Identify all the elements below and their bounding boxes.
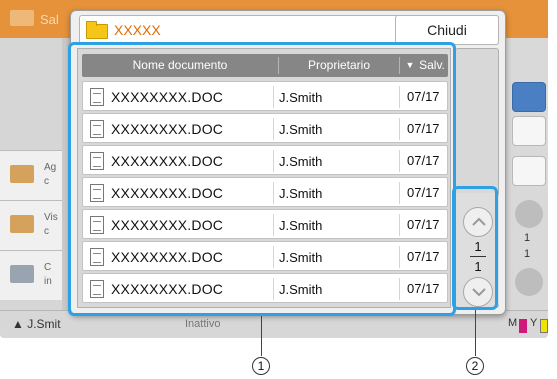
folder-add-icon <box>10 165 34 183</box>
folder-settings-icon <box>10 265 34 283</box>
background-down-icon <box>515 268 543 296</box>
background-item-label: Vis c <box>44 212 58 237</box>
callout-number-2: 2 <box>466 357 484 375</box>
close-button[interactable]: Chiudi <box>395 15 499 45</box>
dialog-header: XXXXX Chiudi <box>79 15 499 45</box>
background-item-add: Ag c <box>0 150 62 200</box>
background-up-icon <box>515 200 543 228</box>
status-state: Inattivo <box>185 318 221 330</box>
folder-icon <box>86 21 108 39</box>
background-item-view: Vis c <box>0 200 62 250</box>
more-menu-icon <box>512 156 546 186</box>
background-page-total: 1 <box>524 248 531 260</box>
background-title: Sal <box>40 12 59 27</box>
toner-y-bar <box>540 319 548 333</box>
toner-y-label: Y <box>530 317 538 329</box>
toner-m-bar <box>519 319 527 333</box>
background-folder-icon <box>10 10 34 26</box>
toner-m-label: M <box>508 317 518 329</box>
background-left-panel: Ag c Vis c C in <box>0 38 62 310</box>
callout-number-1: 1 <box>252 357 270 375</box>
grid-view-icon <box>512 82 546 112</box>
background-page-current: 1 <box>524 232 531 244</box>
list-view-icon <box>512 116 546 146</box>
callout-line-1 <box>261 316 262 356</box>
status-user-name: J.Smit <box>27 317 61 331</box>
background-item-label: C in <box>44 262 52 287</box>
folder-view-icon <box>10 215 34 233</box>
status-user: ▲ J.Smit <box>12 317 61 331</box>
callout-line-2 <box>475 310 476 356</box>
background-item-settings: C in <box>0 250 62 300</box>
folder-name: XXXXX <box>114 22 161 38</box>
background-item-label: Ag c <box>44 162 57 187</box>
callout-pager-outline <box>452 186 498 310</box>
callout-list-outline <box>68 42 456 316</box>
